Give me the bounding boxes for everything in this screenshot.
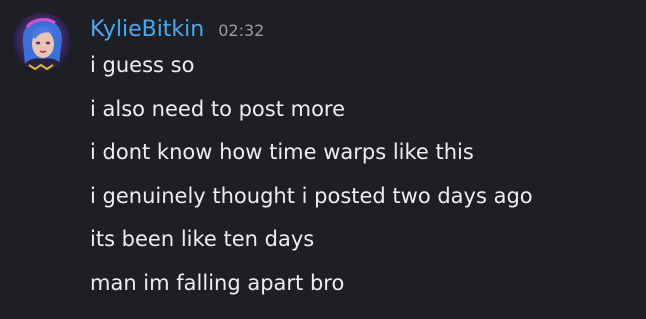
message-text: i genuinely thought i posted two days ag… (90, 183, 533, 208)
message-text: i guess so (90, 53, 195, 77)
username[interactable]: KylieBitkin (90, 14, 204, 46)
message-header: KylieBitkin 02:32 (90, 14, 264, 46)
avatar-portrait (13, 13, 71, 71)
message-text: its been like ten days (90, 227, 315, 252)
message-group: KylieBitkin 02:32 i guess so i also need… (0, 0, 646, 319)
message-text: i dont know how time warps like this (90, 140, 474, 165)
timestamp[interactable]: 02:32 (218, 15, 264, 47)
message-text: man im falling apart bro (90, 270, 345, 295)
user-avatar-icon[interactable] (13, 13, 71, 71)
message-text: i also need to post more (90, 96, 346, 121)
message-list: i guess so i also need to post more i do… (90, 50, 533, 312)
